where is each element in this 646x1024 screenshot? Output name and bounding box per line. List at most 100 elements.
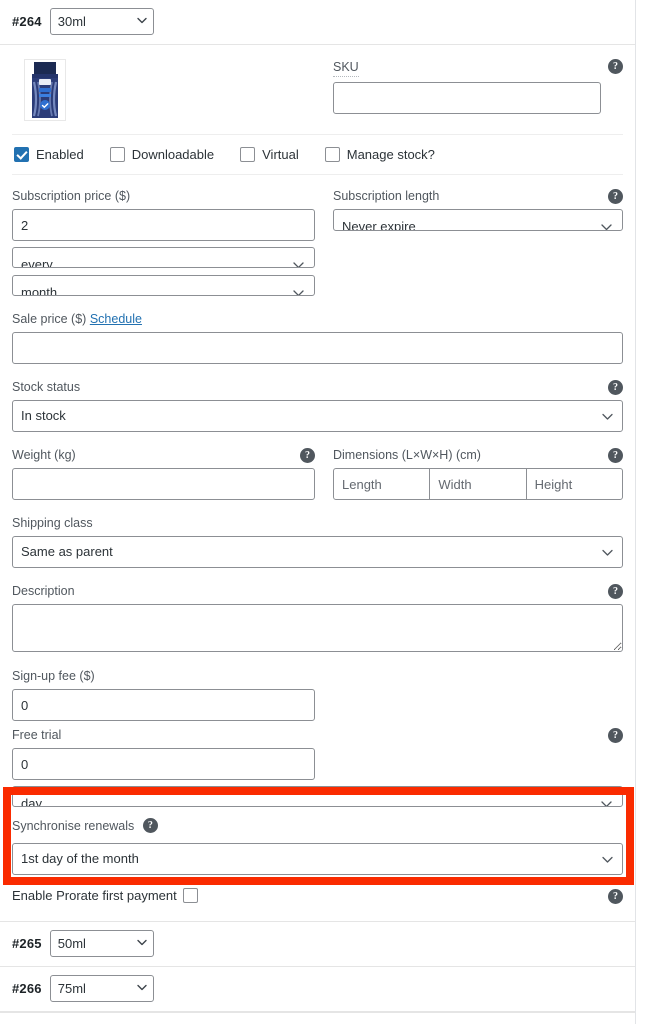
shipping-class-select-wrapper[interactable]: Same as parent bbox=[12, 536, 623, 568]
variation-body-264: SKU ? Enabled Downloadable Virtual Manag… bbox=[0, 45, 635, 921]
checkbox-item-enabled[interactable]: Enabled bbox=[14, 147, 84, 162]
variation-header-265[interactable]: #265 50ml bbox=[0, 921, 635, 967]
downloadable-label: Downloadable bbox=[131, 147, 215, 162]
dimensions-inputs bbox=[333, 468, 623, 500]
description-textarea[interactable] bbox=[12, 604, 623, 652]
sale-price-label-text: Sale price ($) bbox=[12, 312, 87, 326]
attribute-select-264[interactable]: 30ml bbox=[49, 8, 154, 35]
variation-id: #265 bbox=[12, 936, 42, 951]
stock-status-group: Stock status ? In stock bbox=[12, 380, 623, 432]
subscription-price-group: Subscription price ($) every month bbox=[12, 189, 315, 296]
help-icon-weight[interactable]: ? bbox=[300, 448, 315, 463]
length-input[interactable] bbox=[333, 468, 431, 500]
stock-status-select-wrapper[interactable]: In stock bbox=[12, 400, 623, 432]
stock-status-select[interactable]: In stock bbox=[12, 400, 623, 432]
vertical-scrollbar[interactable] bbox=[635, 0, 646, 1024]
chevron-down-icon bbox=[293, 257, 304, 267]
manage-stock-checkbox[interactable] bbox=[324, 147, 340, 162]
variations-toolbar: Save changes Cancel 3 variations (Expand… bbox=[0, 1012, 635, 1024]
signup-fee-group: Sign-up fee ($) bbox=[12, 669, 315, 721]
help-icon-free-trial[interactable]: ? bbox=[608, 728, 623, 743]
width-input[interactable] bbox=[429, 468, 527, 500]
synchronise-renewals-select-wrapper[interactable]: 1st day of the month bbox=[12, 843, 623, 875]
free-trial-label: Free trial bbox=[12, 728, 62, 742]
subscription-period-select[interactable]: month bbox=[12, 275, 315, 296]
signup-fee-input[interactable] bbox=[12, 689, 315, 721]
virtual-checkbox[interactable] bbox=[240, 147, 256, 162]
variation-header-266[interactable]: #266 75ml bbox=[0, 967, 635, 1012]
stock-status-label: Stock status bbox=[12, 380, 81, 394]
help-icon-description[interactable]: ? bbox=[608, 584, 623, 599]
weight-label: Weight (kg) bbox=[12, 448, 76, 462]
sku-input[interactable] bbox=[333, 82, 601, 114]
help-icon-sku[interactable]: ? bbox=[608, 59, 623, 74]
sku-field-group: SKU ? bbox=[333, 59, 623, 121]
synchronise-renewals-select[interactable]: 1st day of the month bbox=[12, 843, 623, 875]
variation-editor-panel: #264 30ml SKU ? Enabled Downloadable Vir… bbox=[0, 0, 646, 1024]
downloadable-checkbox[interactable] bbox=[109, 147, 125, 162]
attribute-select-265[interactable]: 50ml bbox=[49, 930, 154, 957]
variation-id: #266 bbox=[12, 981, 42, 996]
subscription-length-group: Subscription length ? Never expire bbox=[333, 189, 623, 296]
subscription-period-value: month bbox=[21, 284, 58, 296]
free-trial-group: Free trial ? day bbox=[12, 728, 623, 807]
subscription-price-input[interactable] bbox=[12, 209, 315, 241]
checkbox-item-manage-stock[interactable]: Manage stock? bbox=[324, 147, 435, 162]
attribute-select-266[interactable]: 75ml bbox=[49, 975, 154, 1002]
weight-dimensions-row: Weight (kg) ? Dimensions (L×W×H) (cm) ? bbox=[12, 432, 623, 500]
description-group: Description ? bbox=[12, 584, 623, 655]
sale-price-label: Sale price ($) Schedule bbox=[12, 312, 623, 327]
free-trial-period-value: day bbox=[21, 795, 42, 807]
attribute-select-wrapper[interactable]: 50ml bbox=[49, 930, 154, 957]
enabled-checkbox[interactable] bbox=[14, 147, 29, 162]
subscription-row: Subscription price ($) every month bbox=[12, 175, 623, 296]
help-icon-synchronise-renewals[interactable]: ? bbox=[142, 817, 158, 833]
manage-stock-label: Manage stock? bbox=[346, 147, 435, 162]
prorate-label: Enable Prorate first payment bbox=[12, 888, 177, 903]
attribute-select-wrapper[interactable]: 75ml bbox=[49, 975, 154, 1002]
product-thumbnail[interactable] bbox=[24, 59, 66, 121]
schedule-link[interactable]: Schedule bbox=[90, 312, 142, 326]
shipping-class-group: Shipping class Same as parent bbox=[12, 516, 623, 568]
subscription-interval-value: every bbox=[21, 256, 53, 268]
shipping-class-label: Shipping class bbox=[12, 516, 93, 530]
dimensions-label: Dimensions (L×W×H) (cm) bbox=[333, 448, 481, 462]
help-icon-stock-status[interactable]: ? bbox=[608, 380, 623, 395]
description-label: Description bbox=[12, 584, 75, 598]
sale-price-input[interactable] bbox=[12, 332, 623, 364]
subscription-length-value: Never expire bbox=[342, 218, 416, 231]
chevron-down-icon bbox=[601, 219, 612, 230]
chevron-down-icon bbox=[293, 285, 304, 295]
variation-flags-row: Enabled Downloadable Virtual Manage stoc… bbox=[12, 135, 623, 175]
prorate-row: Enable Prorate first payment ? bbox=[12, 875, 623, 904]
free-trial-period-select[interactable]: day bbox=[12, 786, 623, 807]
help-icon-dimensions[interactable]: ? bbox=[608, 448, 623, 463]
synchronise-renewals-label: Synchronise renewals bbox=[12, 819, 135, 833]
height-input[interactable] bbox=[525, 468, 623, 500]
thumbnail-sku-row: SKU ? bbox=[12, 45, 623, 121]
sku-label: SKU bbox=[333, 60, 359, 77]
variation-id: #264 bbox=[12, 14, 42, 29]
help-icon-prorate[interactable]: ? bbox=[608, 889, 623, 904]
subscription-interval-select[interactable]: every bbox=[12, 247, 315, 268]
enabled-label: Enabled bbox=[36, 147, 84, 162]
synchronise-renewals-group: Synchronise renewals ? 1st day of the mo… bbox=[12, 807, 623, 904]
shipping-class-select[interactable]: Same as parent bbox=[12, 536, 623, 568]
subscription-length-label: Subscription length bbox=[333, 189, 440, 203]
free-trial-input[interactable] bbox=[12, 748, 315, 780]
checkbox-item-downloadable[interactable]: Downloadable bbox=[109, 147, 215, 162]
weight-input[interactable] bbox=[12, 468, 315, 500]
weight-group: Weight (kg) ? bbox=[12, 448, 315, 500]
help-icon-subscription-length[interactable]: ? bbox=[608, 189, 623, 204]
prorate-checkbox[interactable] bbox=[182, 888, 198, 903]
variation-header-264[interactable]: #264 30ml bbox=[0, 0, 635, 45]
signup-fee-label: Sign-up fee ($) bbox=[12, 669, 95, 683]
subscription-length-select[interactable]: Never expire bbox=[333, 209, 623, 231]
virtual-label: Virtual bbox=[262, 147, 299, 162]
sale-price-group: Sale price ($) Schedule bbox=[12, 312, 623, 364]
checkbox-item-virtual[interactable]: Virtual bbox=[240, 147, 299, 162]
attribute-select-wrapper[interactable]: 30ml bbox=[49, 8, 154, 35]
dimensions-group: Dimensions (L×W×H) (cm) ? bbox=[333, 448, 623, 500]
subscription-price-label: Subscription price ($) bbox=[12, 189, 131, 203]
chevron-down-icon bbox=[601, 796, 612, 806]
